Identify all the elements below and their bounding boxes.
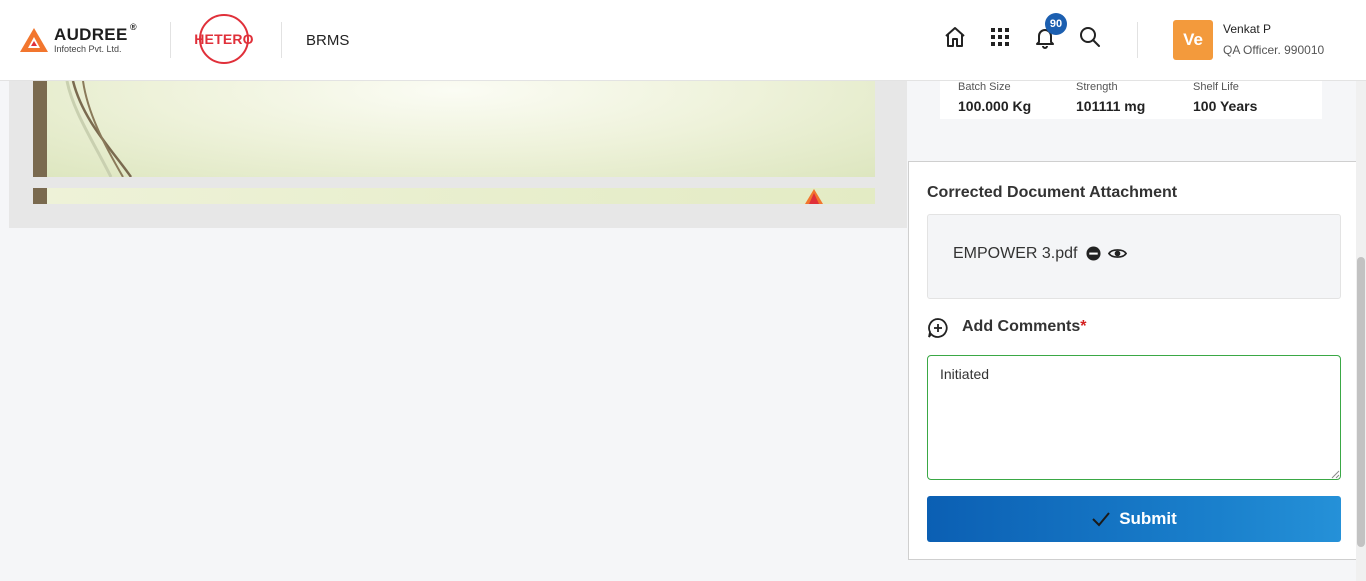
submit-label: Submit bbox=[1119, 509, 1177, 528]
page-scrollbar[interactable] bbox=[1356, 81, 1366, 581]
page-border-strip bbox=[33, 188, 47, 204]
attachment-file-box: EMPOWER 3.pdf bbox=[927, 214, 1341, 299]
info-value: 101111 mg bbox=[1076, 98, 1146, 114]
page-triangle-mark bbox=[805, 189, 823, 204]
search-icon[interactable] bbox=[1078, 25, 1102, 49]
avatar[interactable]: Ve bbox=[1173, 20, 1213, 60]
info-label: Shelf Life bbox=[1193, 81, 1239, 93]
info-value: 100.000 Kg bbox=[958, 98, 1032, 114]
brand-subtitle: Infotech Pvt. Ltd. bbox=[54, 44, 122, 54]
resize-grip-icon[interactable] bbox=[1331, 470, 1340, 479]
audree-logo[interactable]: AUDREE ® Infotech Pvt. Ltd. bbox=[20, 22, 150, 58]
header-divider bbox=[281, 22, 282, 58]
audree-mark-icon bbox=[20, 28, 48, 52]
page-border-strip bbox=[33, 81, 47, 177]
document-preview[interactable] bbox=[9, 81, 907, 228]
batch-info-card: Batch Size 100.000 Kg Strength 101111 mg… bbox=[940, 81, 1322, 119]
attachment-file-name[interactable]: EMPOWER 3.pdf bbox=[953, 245, 1077, 263]
brand-name: AUDREE bbox=[54, 25, 128, 44]
brand-reg-mark: ® bbox=[130, 22, 137, 32]
info-label: Strength bbox=[1076, 81, 1118, 93]
hetero-logo-text: HETERO bbox=[194, 31, 254, 47]
hetero-logo: HETERO bbox=[193, 14, 255, 66]
attachment-title: Corrected Document Attachment bbox=[927, 184, 1178, 201]
top-header: AUDREE ® Infotech Pvt. Ltd. HETERO BRMS … bbox=[0, 0, 1366, 81]
user-role: QA Officer. 990010 bbox=[1223, 43, 1325, 57]
attachment-panel: Corrected Document Attachment EMPOWER 3.… bbox=[908, 161, 1358, 560]
apps-grid-icon[interactable] bbox=[988, 25, 1012, 49]
add-comment-icon[interactable] bbox=[927, 317, 949, 339]
home-icon[interactable] bbox=[943, 25, 967, 49]
scrollbar-thumb[interactable] bbox=[1357, 257, 1365, 547]
preview-page bbox=[33, 81, 875, 177]
notification-badge[interactable]: 90 bbox=[1045, 13, 1067, 35]
info-value: 100 Years bbox=[1193, 98, 1258, 114]
info-label: Batch Size bbox=[958, 81, 1011, 93]
header-divider bbox=[1137, 22, 1138, 58]
page-decoration-curves bbox=[65, 81, 133, 177]
user-name[interactable]: Venkat P bbox=[1223, 22, 1271, 36]
shelf-life-field: Shelf Life 100 Years bbox=[1193, 81, 1257, 114]
comments-textarea[interactable]: Initiated bbox=[927, 355, 1341, 480]
batch-size-field: Batch Size 100.000 Kg bbox=[958, 81, 1031, 114]
check-icon bbox=[1092, 512, 1110, 527]
header-divider bbox=[170, 22, 171, 58]
eye-icon[interactable] bbox=[1108, 246, 1127, 261]
remove-icon[interactable] bbox=[1086, 246, 1101, 261]
app-name: BRMS bbox=[306, 32, 350, 49]
required-mark: * bbox=[1080, 318, 1087, 335]
strength-field: Strength 101111 mg bbox=[1076, 81, 1145, 114]
preview-page bbox=[33, 188, 875, 204]
submit-button[interactable]: Submit bbox=[927, 496, 1341, 542]
comments-label: Add Comments* bbox=[962, 318, 1086, 336]
comments-label-text: Add Comments bbox=[962, 318, 1081, 335]
